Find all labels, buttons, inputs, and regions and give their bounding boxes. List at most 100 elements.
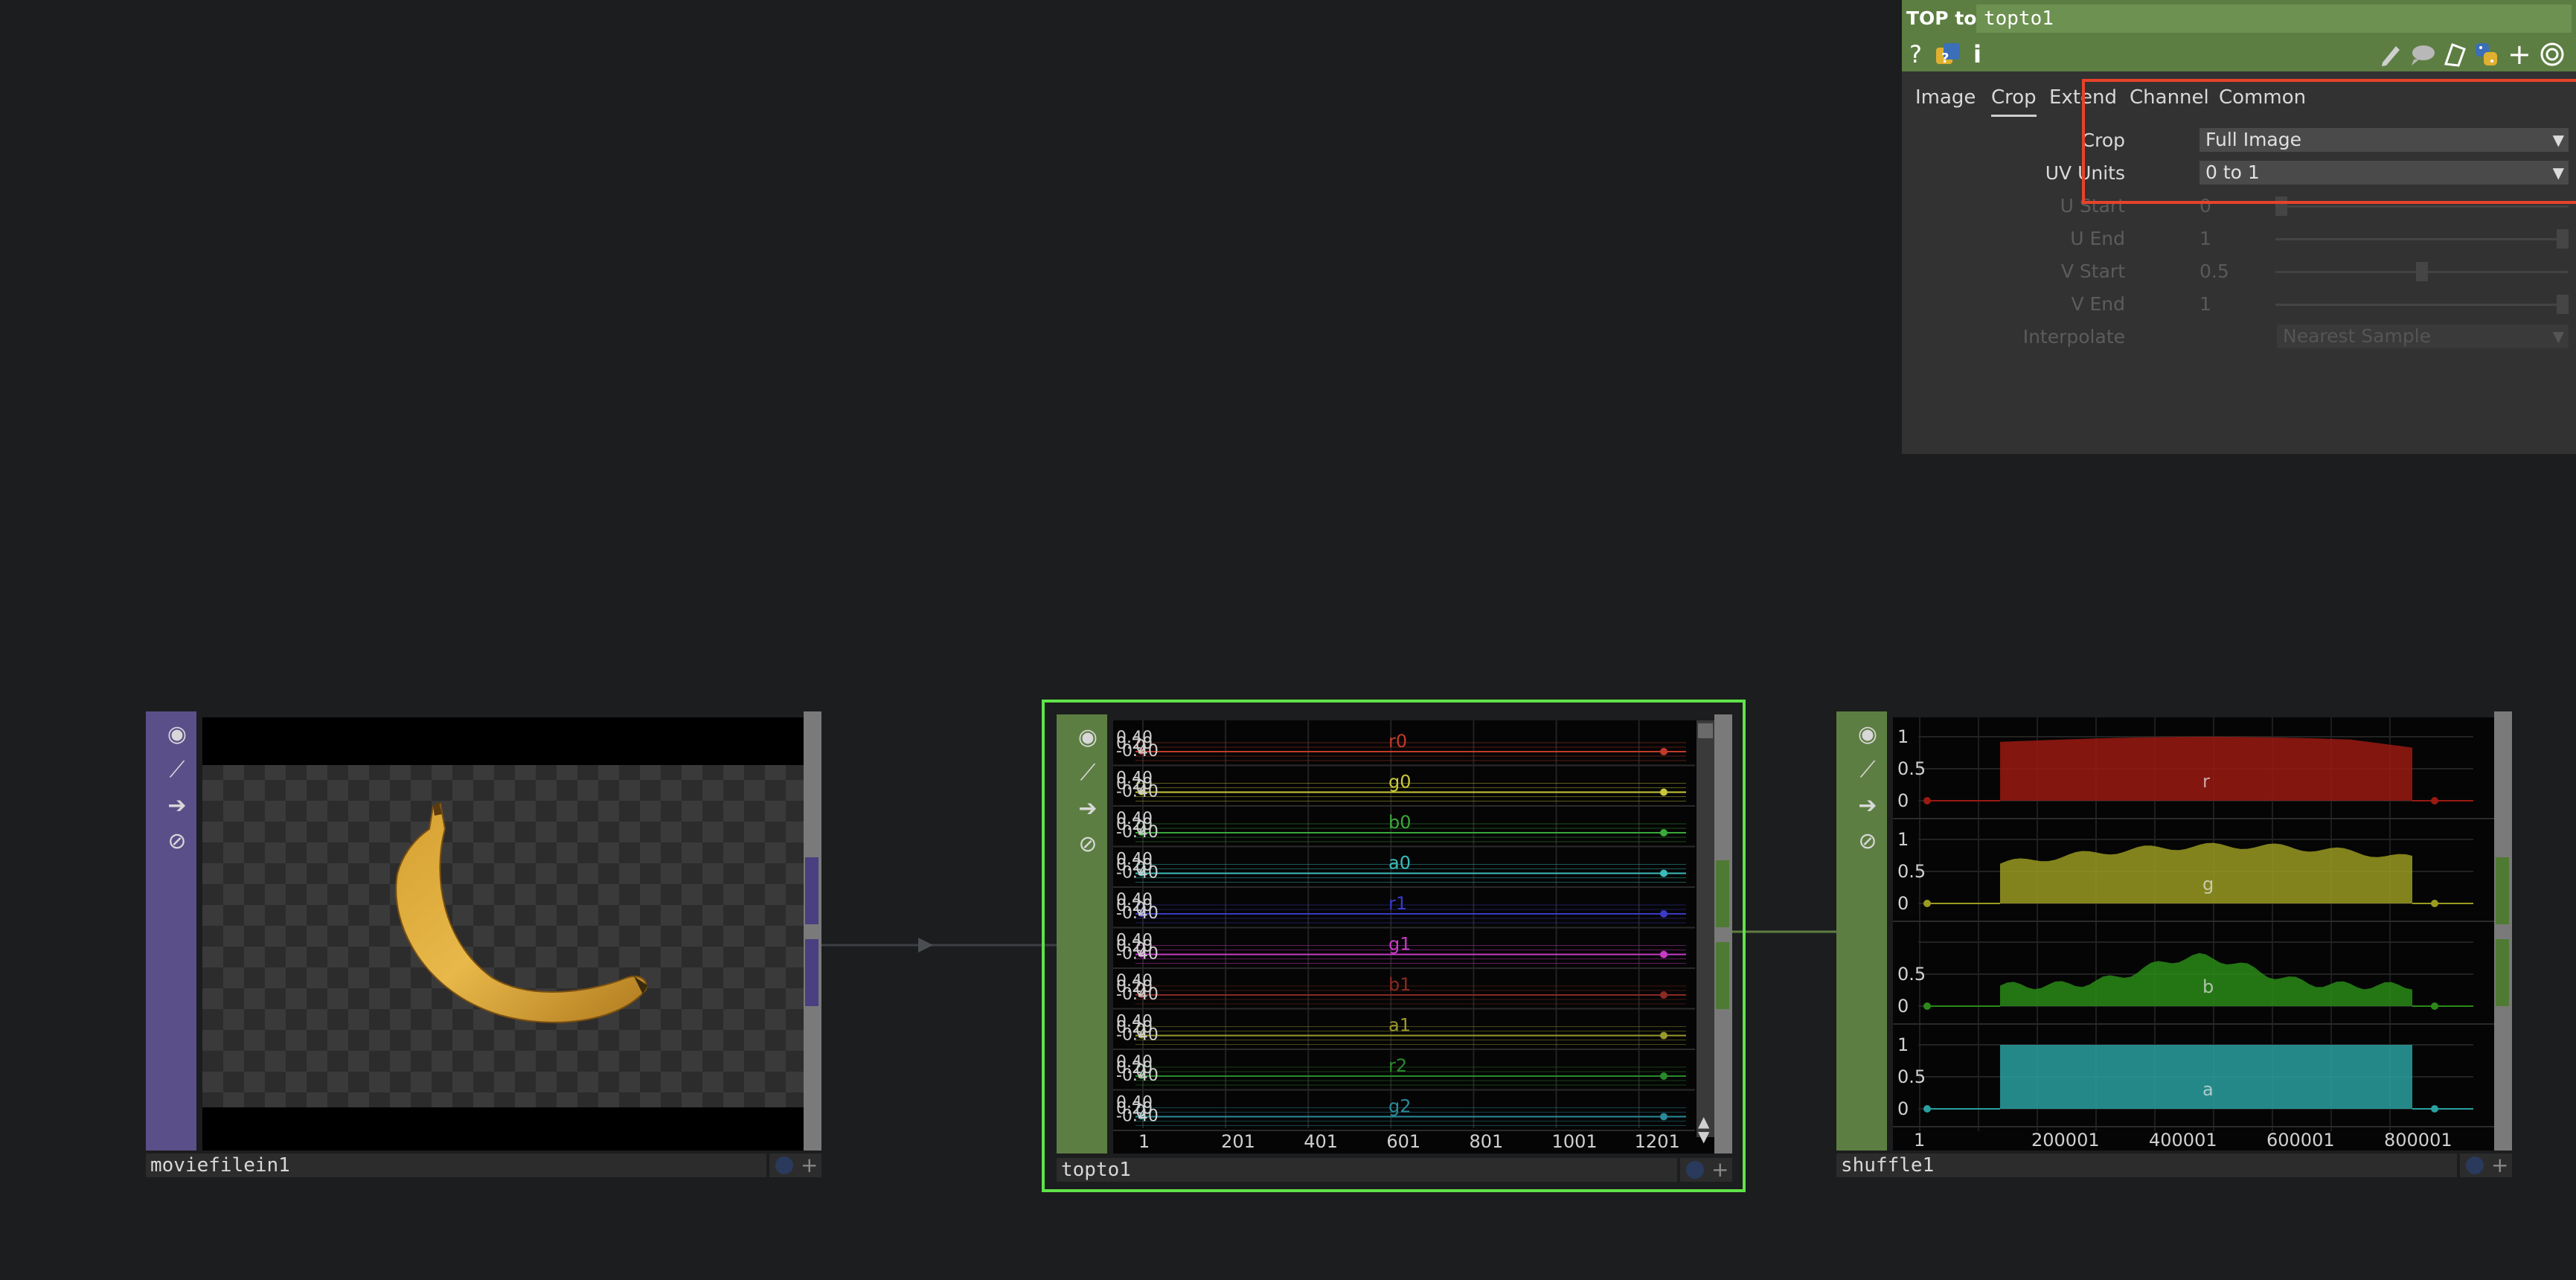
x-tick-label: 601 [1386, 1131, 1420, 1152]
node-input-strip [1057, 714, 1068, 1153]
series-label: b [2202, 976, 2214, 997]
arrow-right-icon[interactable]: ➔ [1848, 789, 1887, 823]
series-start-dot [1923, 1002, 1931, 1010]
node-sidebar: ◉ ⟋ ➔ ⊘ [158, 711, 196, 1151]
series-label: r [2202, 771, 2210, 792]
graph-icon[interactable]: ⟋ [158, 753, 196, 787]
row-tick-label: -0.40 [1116, 864, 1159, 883]
row-tick-label: -0.40 [1116, 1026, 1159, 1045]
x-tick-label: 401 [1304, 1131, 1338, 1152]
series-end-dot [1660, 1113, 1667, 1121]
viewer-icon[interactable]: ◉ [1068, 720, 1107, 755]
channel-viewer[interactable]: r 1 0.5 0 g 1 0.5 0 b 0.5 0 a 1 0.5 0 1 200001 400001 6000… [1893, 717, 2494, 1151]
lock-icon[interactable]: ⊘ [158, 825, 196, 859]
node-flags: + [769, 1153, 821, 1177]
series-label: g1 [1388, 934, 1412, 955]
series-start-dot [1923, 900, 1931, 907]
node-name-shuffle1[interactable]: shuffle1 [1836, 1153, 2457, 1177]
x-tick-label: 1201 [1635, 1131, 1680, 1152]
series-end-dot [1660, 748, 1667, 755]
x-tick-label: 200001 [2031, 1130, 2100, 1151]
series-end-dot [1660, 991, 1667, 999]
x-tick-label: 1001 [1552, 1131, 1598, 1152]
node-sidebar: ◉ ⟋ ➔ ⊘ [1848, 711, 1887, 1151]
chart-background [1113, 720, 1714, 1153]
series-end-dot [1660, 910, 1667, 918]
y-tick-label: 1 [1897, 1034, 1909, 1055]
node-moviefilein1[interactable]: ◉ ⟋ ➔ ⊘ moviefilein1 + [146, 711, 821, 1180]
y-tick-label: 0 [1897, 893, 1909, 914]
node-output-strip [1714, 714, 1732, 1153]
x-tick-label: 400001 [2149, 1130, 2217, 1151]
add-icon[interactable]: + [1711, 1158, 1728, 1182]
scrollbar-track [1696, 720, 1714, 1137]
series-end-dot [2431, 797, 2438, 804]
series-label: r0 [1388, 731, 1407, 752]
series-label: r2 [1388, 1055, 1407, 1076]
node-output-strip [804, 711, 821, 1151]
series-label: g2 [1388, 1096, 1412, 1117]
channel-viewer[interactable]: r0 0.40 0.20 0 -0.40 g0 0.40 0.20 0 -0.40 b0 0.40 0.… [1113, 720, 1714, 1153]
series-end-dot [1660, 869, 1667, 877]
viewer-flag-icon[interactable] [775, 1156, 793, 1174]
viewer-flag-icon[interactable] [2466, 1156, 2484, 1174]
series-start-dot [1923, 1105, 1931, 1113]
series-label: a0 [1388, 853, 1411, 874]
scroll-down-icon: ▼ [1698, 1127, 1710, 1145]
series-end-dot [2431, 1105, 2438, 1113]
wire-arrow-icon [918, 938, 933, 953]
add-icon[interactable]: + [2491, 1153, 2508, 1177]
series-label: a [2202, 1079, 2214, 1100]
image-viewer[interactable] [202, 717, 804, 1151]
arrow-right-icon[interactable]: ➔ [1068, 792, 1107, 826]
series-end-dot [1660, 829, 1667, 836]
row-tick-label: -0.40 [1116, 985, 1159, 1004]
lock-icon[interactable]: ⊘ [1848, 825, 1887, 859]
node-topto1[interactable]: ◉ ⟋ ➔ ⊘ r0 0.40 0.20 0 -0.40 g0 0.40 0.20 0 -0.40… [1042, 700, 1746, 1192]
series-end-dot [1660, 1031, 1667, 1040]
y-tick-label: 1 [1897, 726, 1909, 747]
graph-icon[interactable]: ⟋ [1848, 753, 1887, 787]
node-sidebar: ◉ ⟋ ➔ ⊘ [1068, 714, 1107, 1153]
scrollbar-thumb [1698, 723, 1713, 738]
series-label: r1 [1388, 893, 1407, 914]
viewer-icon[interactable]: ◉ [1848, 717, 1887, 752]
row-tick-label: -0.40 [1116, 742, 1159, 761]
row-tick-label: -0.40 [1116, 823, 1159, 842]
y-tick-label: 0 [1897, 1098, 1909, 1119]
viewer-flag-icon[interactable] [1686, 1161, 1704, 1179]
y-tick-label: 0 [1897, 996, 1909, 1017]
arrow-right-icon[interactable]: ➔ [158, 789, 196, 823]
series-start-dot [1923, 797, 1931, 804]
lock-icon[interactable]: ⊘ [1068, 828, 1107, 862]
row-tick-label: -0.40 [1116, 1107, 1159, 1126]
series-end-dot [2431, 1002, 2438, 1010]
row-tick-label: -0.40 [1116, 945, 1159, 964]
x-tick-label: 801 [1469, 1131, 1503, 1152]
x-tick-label: 600001 [2266, 1130, 2335, 1151]
node-input-strip [1836, 711, 1848, 1151]
series-label: a1 [1388, 1015, 1411, 1036]
y-tick-label: 0 [1897, 790, 1909, 811]
node-name-moviefilein1[interactable]: moviefilein1 [146, 1153, 766, 1177]
node-name-topto1[interactable]: topto1 [1057, 1158, 1677, 1182]
series-label: b0 [1388, 812, 1412, 833]
topto-channel-chart: r00.400.200-0.40g00.400.200-0.40b00.400.… [1113, 720, 1714, 1153]
row-tick-label: -0.40 [1116, 783, 1159, 801]
y-tick-label: 0.5 [1897, 758, 1926, 779]
row-tick-label: -0.40 [1116, 1066, 1159, 1085]
series-end-dot [1660, 788, 1667, 796]
series-end-dot [1660, 950, 1667, 959]
series-label: b1 [1388, 974, 1412, 995]
viewer-icon[interactable]: ◉ [158, 717, 196, 752]
node-shuffle1[interactable]: ◉ ⟋ ➔ ⊘ r 1 0.5 0 g 1 0.5 0 b 0.5 0 a 1 0.5 0 1 200001 40… [1836, 711, 2512, 1180]
row-tick-label: -0.40 [1116, 904, 1159, 923]
graph-icon[interactable]: ⟋ [1068, 756, 1107, 790]
shuffle-channel-chart: r10.50g10.50b0.50a10.501 200001 400001 6000… [1893, 717, 2494, 1151]
y-tick-label: 0.5 [1897, 964, 1926, 985]
series-end-dot [2431, 900, 2438, 907]
y-tick-label: 0.5 [1897, 861, 1926, 882]
series-end-dot [1660, 1072, 1667, 1080]
series-label: g0 [1388, 772, 1412, 793]
add-icon[interactable]: + [801, 1153, 818, 1177]
